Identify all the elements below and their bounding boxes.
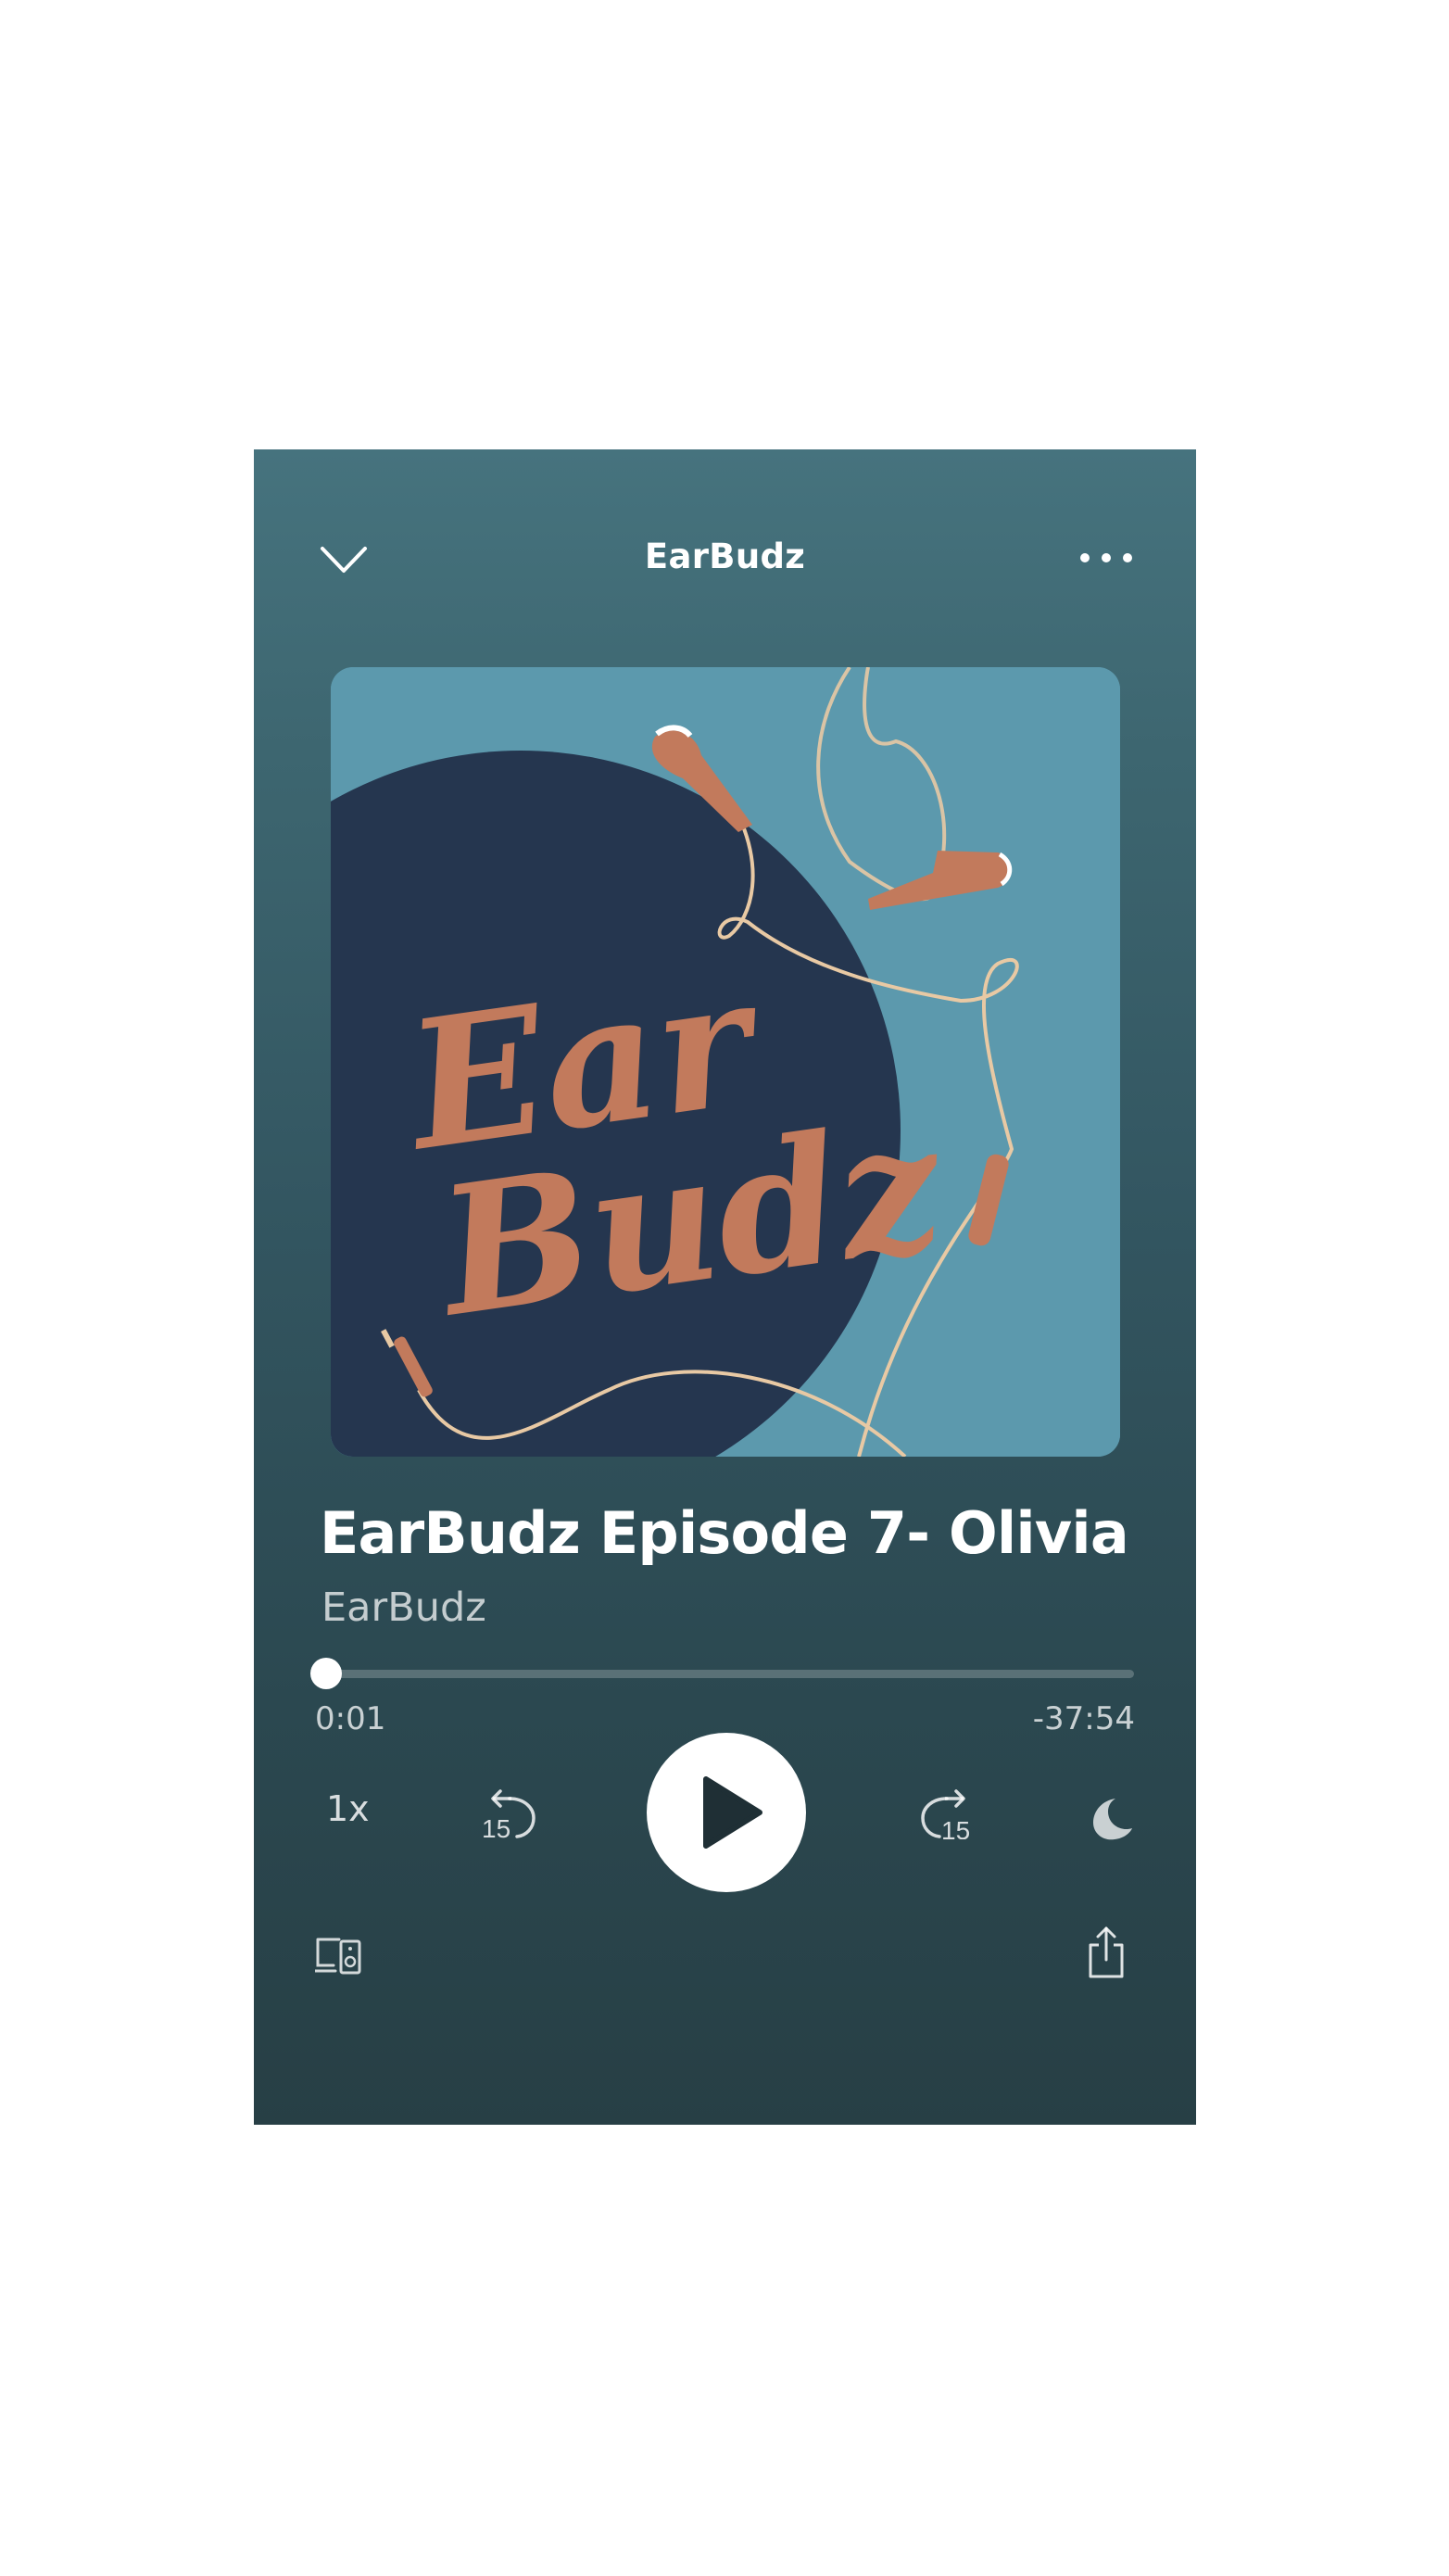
show-name[interactable]: EarBudz: [321, 1585, 486, 1631]
more-options-icon[interactable]: [1078, 551, 1134, 564]
play-button[interactable]: [647, 1733, 806, 1892]
episode-artwork: Ear Budz: [331, 667, 1120, 1457]
skip-forward-15-icon[interactable]: 15: [917, 1787, 978, 1839]
play-icon: [703, 1776, 762, 1849]
progress-handle[interactable]: [310, 1658, 343, 1689]
elapsed-time: 0:01: [315, 1700, 386, 1737]
now-playing-screen: EarBudz Ear Budz EarBudz Episode 7- Oliv…: [254, 449, 1196, 2125]
progress-bar[interactable]: [326, 1670, 1134, 1678]
skip-back-label: 15: [482, 1814, 510, 1839]
connect-devices-icon[interactable]: [315, 1936, 365, 1976]
page-title: EarBudz: [644, 537, 806, 576]
skip-back-15-icon[interactable]: 15: [478, 1787, 539, 1839]
episode-title: EarBudz Episode 7- Olivia: [320, 1499, 1129, 1567]
skip-forward-label: 15: [941, 1816, 970, 1839]
playback-speed-button[interactable]: 1x: [326, 1788, 370, 1829]
share-icon[interactable]: [1085, 1925, 1128, 1980]
remaining-time: -37:54: [1032, 1700, 1135, 1737]
moon-icon[interactable]: [1086, 1793, 1136, 1843]
